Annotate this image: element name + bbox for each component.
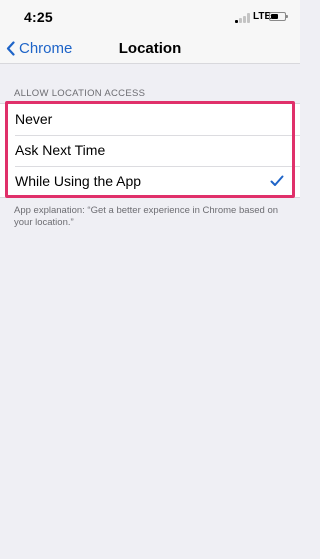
option-ask-next-time[interactable]: Ask Next Time (0, 135, 300, 166)
option-label: Ask Next Time (15, 142, 106, 158)
section-header: ALLOW LOCATION ACCESS (14, 88, 146, 99)
status-time: 4:25 (24, 9, 53, 25)
option-never[interactable]: Never (0, 104, 300, 135)
battery-level (271, 14, 278, 19)
cellular-signal-icon (235, 13, 251, 23)
location-options-list: Never Ask Next Time While Using the App (0, 103, 300, 198)
option-while-using-the-app[interactable]: While Using the App (0, 166, 300, 197)
option-label: While Using the App (15, 173, 142, 189)
battery-icon (269, 12, 288, 21)
navigation-bar: Chrome Location (0, 34, 300, 64)
status-bar: 4:25 LTE (0, 0, 300, 34)
app-explanation-note: App explanation: “Get a better experienc… (14, 205, 279, 228)
page-title: Location (118, 40, 182, 57)
checkmark-icon (270, 175, 284, 186)
option-label: Never (15, 111, 53, 127)
